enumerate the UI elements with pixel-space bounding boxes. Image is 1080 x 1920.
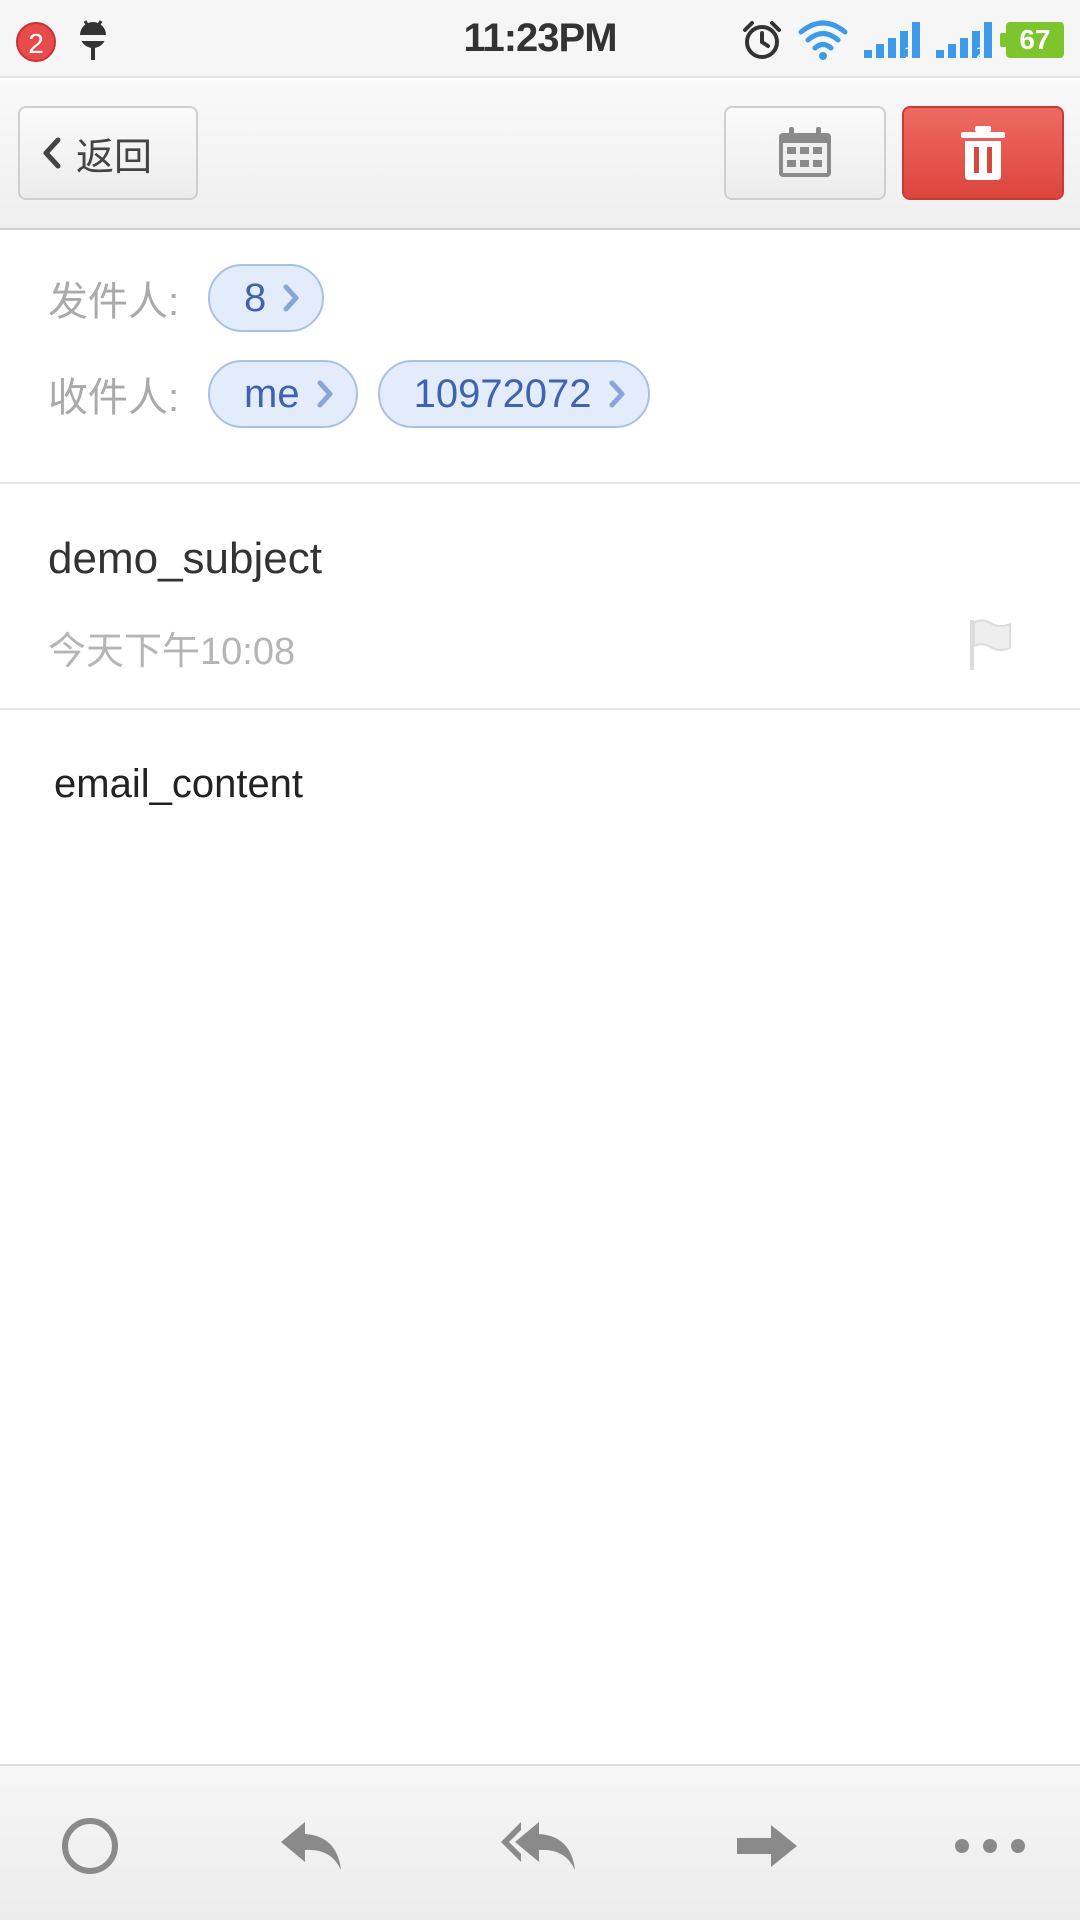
forward-icon [737,1825,797,1867]
signal-sim1-icon: 1 [864,22,920,62]
battery-icon: 67 [1000,22,1064,58]
reply-icon [281,1822,341,1870]
email-datetime: 今天下午10:08 [48,631,296,673]
back-button-label: 返回 [76,136,153,179]
mark-unread-button[interactable] [50,1806,130,1886]
wifi-icon [798,20,848,60]
more-icon [955,1839,1025,1853]
chevron-right-icon [317,380,333,408]
reply-all-button[interactable] [498,1806,578,1886]
sender-label: 发件人: [48,280,180,324]
recipient-chip-label: 10972072 [413,371,592,416]
chevron-right-icon [283,284,299,312]
recipient-chip-10972072[interactable]: 10972072 [377,360,650,428]
participants-section: 发件人: 8 收件人: me 10972072 [0,232,1080,484]
forward-button[interactable] [728,1806,808,1886]
sender-row: 发件人: 8 [48,264,325,332]
reply-all-icon [501,1822,575,1870]
recipient-label: 收件人: [48,376,180,420]
back-button[interactable]: 返回 [18,106,198,200]
flag-icon[interactable] [968,618,1014,672]
sim2-label: 2 [976,46,985,62]
status-bar: 2 11:23PM 1 2 67 [0,0,1080,78]
sender-chip[interactable]: 8 [208,264,325,332]
recipient-row: 收件人: me 10972072 [48,360,650,428]
sim1-label: 1 [904,46,913,62]
alarm-icon [743,21,781,59]
delete-button[interactable] [902,106,1064,200]
recipient-chip-me[interactable]: me [208,360,358,428]
chevron-left-icon [43,137,61,169]
more-button[interactable] [950,1806,1030,1886]
trash-icon [961,126,1005,180]
chevron-right-icon [609,380,625,408]
sender-chip-label: 8 [244,275,267,320]
signal-sim2-icon: 2 [936,22,992,62]
subject-section: demo_subject 今天下午10:08 [0,484,1080,710]
email-subject: demo_subject [48,534,322,583]
bottom-toolbar [0,1764,1080,1920]
mark-unread-icon [62,1818,118,1874]
header-bar: 返回 [0,80,1080,230]
calendar-button[interactable] [724,106,886,200]
calendar-icon [779,127,831,177]
recipient-chip-label: me [244,371,300,416]
reply-button[interactable] [272,1806,352,1886]
email-body: email_content [54,762,304,806]
